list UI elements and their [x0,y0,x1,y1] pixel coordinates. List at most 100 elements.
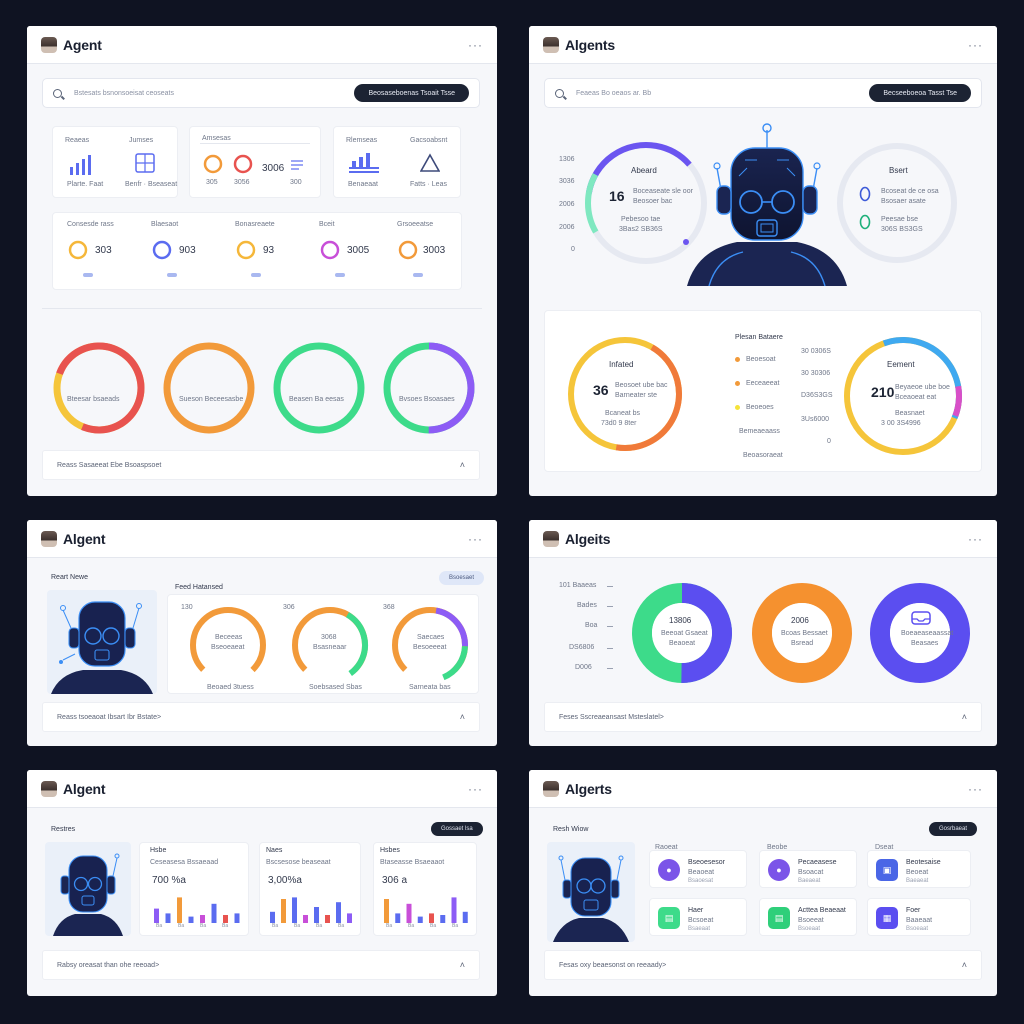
more-options-icon[interactable]: ··· [968,532,983,546]
bar-card[interactable]: Hsbe Ceseasesa Bssaeaad 700 %a Ba Ba Ba … [139,842,249,936]
ring-label: Beasen Ba eesas [289,396,344,403]
panel-footer[interactable]: Reass tsoeaoat Ibsart Ibr Bstate> ˄ [42,702,480,732]
more-options-icon[interactable]: ··· [468,782,483,796]
metric-card[interactable]: Amsesas 3006 305 3056 300 [189,126,321,198]
donut-value: 2006 [791,616,809,625]
bar-card[interactable]: Hsbes Btaseasse Bsaeaaot 306 a Ba Ba Ba … [373,842,477,936]
ring-text: Beosoet ube bac [615,382,668,389]
stat-label: Bonasreaete [235,221,275,228]
action-pill[interactable]: Gossaet lsa [431,822,483,836]
stat-value: 3003 [423,245,446,256]
status-pill[interactable]: Bsoesaet [439,571,485,585]
search-placeholder: Bstesats bsnonsoeisat ceoseats [74,89,175,97]
stat-indicator [167,273,177,277]
inbox-icon: ▦ [876,907,898,929]
panel-title: Algents [565,36,615,53]
divider [42,308,482,309]
chevron-up-icon[interactable]: ˄ [962,960,967,970]
ring-value: 16 [609,188,625,204]
bar-axis: Ba [272,923,279,929]
bar-axis: Ba [408,923,415,929]
footer-text: Reass Sasaeeat Ebe Bsoaspsoet [57,461,162,469]
stat-item[interactable]: Blaesaot 903 [147,221,221,285]
stat-item[interactable]: Bonasreaete 93 [231,221,305,285]
card-label: Hsbe [150,847,167,854]
list-item[interactable]: ▣ Beotesaise Beoeat Baeaeat [867,850,971,888]
card-label: Hsbes [380,847,400,854]
more-options-icon[interactable]: ··· [468,532,483,546]
legend-item[interactable]: Beoeoes [735,404,774,411]
panel-title: Algent [63,780,106,797]
metric-card[interactable]: Rlemseas Gacsoabsnt Benaeaat Fatts · Lea… [333,126,461,198]
list-item[interactable]: ● Pecaeasese Bsoacat Baeaeat [759,850,857,888]
stat-item[interactable]: Bceit 3005 [315,221,389,285]
action-pill[interactable]: Gosrbaeat [929,822,978,836]
chevron-up-icon[interactable]: ˄ [962,712,967,722]
panel-footer[interactable]: Feses Sscreaeansast Msteslatel> ˄ [544,702,982,732]
panel-agent-gauges: Algent ··· Reart Newe Feed Hatansed Bsoe… [27,520,497,746]
divider [200,143,310,144]
stat-ring-icon [68,240,88,260]
legend-item[interactable]: Beoasoraeat [743,452,783,459]
stat-item[interactable]: Grsoeeatse 3003 [393,221,461,285]
stat-ring-icon [152,240,172,260]
bar [384,899,389,923]
progress-ring[interactable] [49,338,149,438]
metric-card[interactable]: Reaeas Jumses Plarte. Faat Benfr · Bseas… [52,126,178,198]
bar [325,915,330,923]
legend-item[interactable]: Bemeaeaass [739,428,780,435]
item-sub: Bcsoeat [688,917,714,924]
chevron-up-icon[interactable]: ˄ [460,960,465,970]
list-item[interactable]: ▤ Acttea Beaeaat Bsoeeat Bsoeaat [759,898,857,936]
ring-text: 3 00 3S4996 [881,420,921,427]
legend-item[interactable]: Beoesoat [735,356,776,363]
bar [406,903,412,923]
bar [462,911,468,923]
search-action-button[interactable]: Beosaseboenas Tsoait Tsse [354,84,469,102]
avatar [41,780,57,797]
bar [336,902,341,923]
more-options-icon[interactable]: ··· [968,38,983,52]
axis-label: 30 0306S [801,348,831,355]
ring-text: Peesae bse [881,216,918,223]
search-bar[interactable]: Feaeas Bo oeaos ar. Bb Becseeboeoa Tasst… [544,78,982,108]
more-options-icon[interactable]: ··· [468,38,483,52]
ring-title: Infated [609,360,634,369]
axis-label: DS6806 [569,644,595,651]
item-sub: Beaoeat [688,869,715,876]
chevron-up-icon[interactable]: ˄ [460,460,465,470]
footer-text: Reass tsoeaoat Ibsart Ibr Bstate> [57,713,162,721]
progress-ring[interactable] [159,338,259,438]
bar-axis: Ba [222,923,229,929]
search-action-button[interactable]: Becseeboeoa Tasst Tse [869,84,971,102]
progress-ring[interactable] [269,338,369,438]
chevron-up-icon[interactable]: ˄ [460,712,465,722]
legend-item[interactable]: Eeceaeeat [735,380,779,387]
bar [303,915,308,923]
bar [177,897,182,923]
grid-icon [135,153,155,173]
list-item[interactable]: ● Bseoesesor Beaoeat Bsaoesat [649,850,747,888]
panel-header: Algent ··· [27,520,497,558]
panel-footer[interactable]: Rabsy oreasat than ohe reeoad> ˄ [42,950,480,980]
inbox-icon [911,611,931,625]
panel-agent-overview: Agent ··· Bstesats bsnonsoeisat ceoseats… [27,26,497,496]
panel-footer[interactable]: Reass Sasaeeat Ebe Bsoaspsoet ˄ [42,450,480,480]
ring-text: 3Bas2 SB36S [619,226,663,233]
tick [607,668,613,669]
bar-card[interactable]: Naes Bscsesose beaseaat 3,00%a Ba Ba Ba … [259,842,361,936]
panel-title: Algent [63,530,106,547]
list-item[interactable]: ▤ Haer Bcsoeat Bsaeaat [649,898,747,936]
stat-item[interactable]: Consesde rass 303 [63,221,137,285]
bar [234,913,240,923]
ring-value: 210 [871,384,895,400]
list-item[interactable]: ▦ Foer Baaeaat Bsoeaat [867,898,971,936]
axis-label: 0 [571,246,575,253]
ring-text: Bceaoeat eat [895,394,937,401]
progress-ring[interactable] [379,338,479,438]
more-options-icon[interactable]: ··· [968,782,983,796]
card-label: Rlemseas [346,137,378,144]
panel-footer[interactable]: Fesas oxy beaesonst on reeaady> ˄ [544,950,982,980]
bar [200,915,205,923]
search-bar[interactable]: Bstesats bsnonsoeisat ceoseats Beosasebo… [42,78,480,108]
